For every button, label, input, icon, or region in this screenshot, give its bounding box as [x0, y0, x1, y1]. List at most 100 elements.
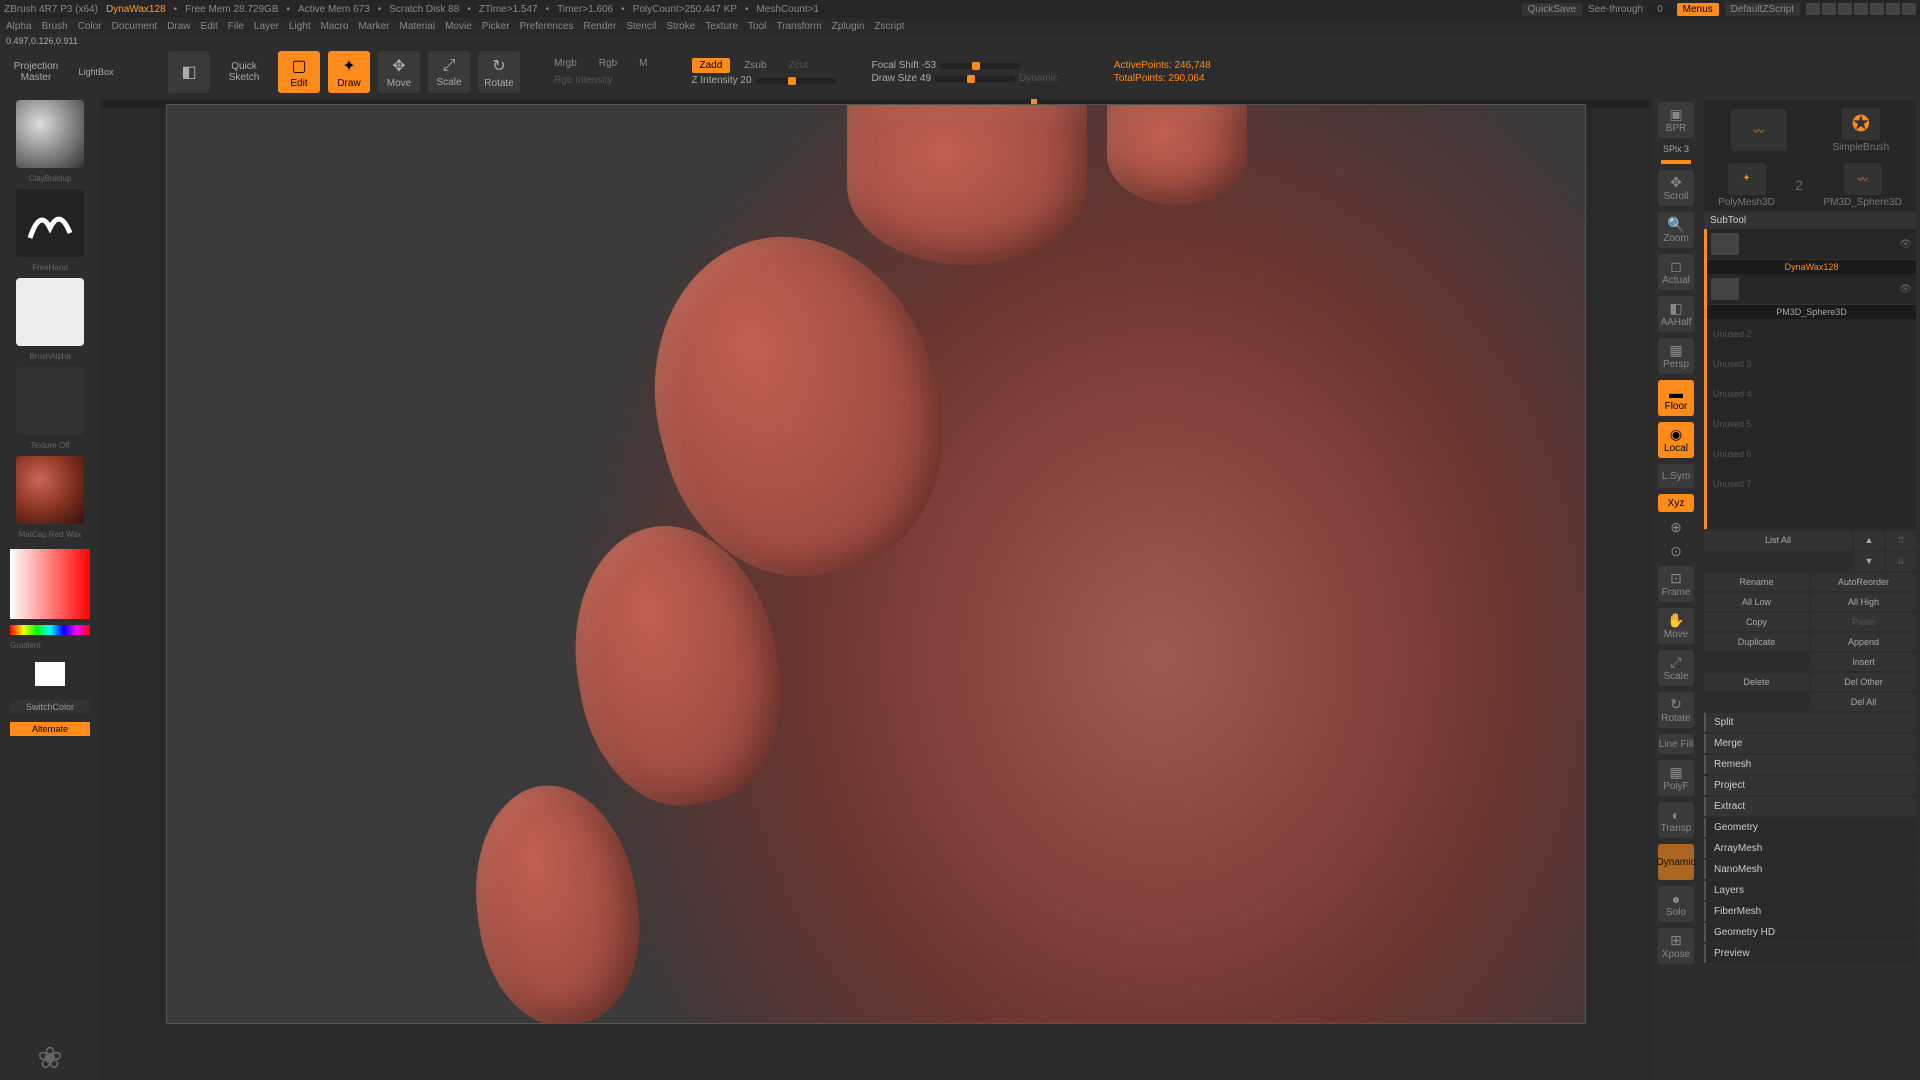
- lsym-button[interactable]: L.Sym: [1658, 464, 1694, 488]
- rename-button[interactable]: Rename: [1704, 573, 1809, 591]
- mrgb-button[interactable]: Mrgb: [546, 56, 585, 71]
- remesh-section[interactable]: Remesh: [1704, 755, 1916, 774]
- local-button[interactable]: ◉Local: [1658, 422, 1694, 458]
- polyf-button[interactable]: ▦PolyF: [1658, 760, 1694, 796]
- move-nav-button[interactable]: ✋Move: [1658, 608, 1694, 644]
- menu-item[interactable]: Stroke: [666, 21, 695, 32]
- menu-item[interactable]: Alpha: [6, 21, 32, 32]
- delete-button[interactable]: Delete: [1704, 673, 1809, 691]
- defaultscript-button[interactable]: DefaultZScript: [1725, 3, 1800, 16]
- xpose-button[interactable]: ⊞Xpose: [1658, 928, 1694, 964]
- geometry-section[interactable]: Geometry: [1704, 818, 1916, 837]
- menu-item[interactable]: Movie: [445, 21, 472, 32]
- scale-button[interactable]: ⤢Scale: [428, 51, 470, 93]
- quicksketch-button[interactable]: ◧: [168, 51, 210, 93]
- fit-button[interactable]: ⊙: [1658, 542, 1694, 560]
- document-canvas[interactable]: [166, 104, 1586, 1024]
- material-thumb[interactable]: [16, 456, 84, 524]
- zcut-button[interactable]: Zcut: [781, 58, 816, 73]
- subtool-header[interactable]: SubTool: [1704, 212, 1916, 229]
- close-icon[interactable]: [1902, 3, 1916, 15]
- layers-section[interactable]: Layers: [1704, 881, 1916, 900]
- rotate-nav-button[interactable]: ↻Rotate: [1658, 692, 1694, 728]
- split-section[interactable]: Split: [1704, 713, 1916, 732]
- listall-button[interactable]: List All: [1704, 531, 1852, 550]
- move-up-icon[interactable]: ⇈: [1886, 531, 1916, 550]
- maximize-icon[interactable]: [1886, 3, 1900, 15]
- menu-item[interactable]: Color: [78, 21, 102, 32]
- hue-bar[interactable]: [10, 625, 90, 635]
- minimize-icon[interactable]: [1870, 3, 1884, 15]
- sculpt-mesh[interactable]: [167, 105, 1585, 1023]
- project-section[interactable]: Project: [1704, 776, 1916, 795]
- zadd-button[interactable]: Zadd: [692, 58, 731, 73]
- alllow-button[interactable]: All Low: [1704, 593, 1809, 611]
- draw-size-slider[interactable]: Draw Size 49: [872, 73, 931, 84]
- brush-thumb[interactable]: [16, 100, 84, 168]
- menus-button[interactable]: Menus: [1677, 3, 1719, 16]
- spix-label[interactable]: SPix 3: [1663, 144, 1689, 154]
- merge-section[interactable]: Merge: [1704, 734, 1916, 753]
- linefill-button[interactable]: Line Fill: [1658, 734, 1694, 754]
- edit-button[interactable]: ▢Edit: [278, 51, 320, 93]
- gradient-label[interactable]: Gradient: [10, 641, 90, 650]
- quicksave-button[interactable]: QuickSave: [1522, 3, 1582, 16]
- menu-item[interactable]: Zplugin: [832, 21, 865, 32]
- seethrough-value[interactable]: 0: [1649, 4, 1671, 15]
- persp-button[interactable]: ▦Persp: [1658, 338, 1694, 374]
- menu-item[interactable]: Transform: [776, 21, 821, 32]
- scale-nav-button[interactable]: ⤢Scale: [1658, 650, 1694, 686]
- scroll-button[interactable]: ✥Scroll: [1658, 170, 1694, 206]
- menu-item[interactable]: Render: [584, 21, 617, 32]
- arrow-down-icon[interactable]: ▼: [1854, 552, 1884, 571]
- menu-item[interactable]: Zscript: [874, 21, 904, 32]
- menu-item[interactable]: File: [228, 21, 244, 32]
- alpha-thumb[interactable]: [16, 278, 84, 346]
- duplicate-button[interactable]: Duplicate: [1704, 633, 1809, 651]
- extract-section[interactable]: Extract: [1704, 797, 1916, 816]
- tool-polymesh3d[interactable]: ✦PolyMesh3D: [1718, 163, 1775, 208]
- rotate-button[interactable]: ↻Rotate: [478, 51, 520, 93]
- menu-item[interactable]: Tool: [748, 21, 766, 32]
- preview-section[interactable]: Preview: [1704, 944, 1916, 963]
- fibermesh-section[interactable]: FiberMesh: [1704, 902, 1916, 921]
- arrow-up-icon[interactable]: ▲: [1854, 531, 1884, 550]
- paste-button[interactable]: Paste: [1811, 613, 1916, 631]
- dynamic-button[interactable]: Dynamic: [1658, 844, 1694, 880]
- bpr-button[interactable]: ▣BPR: [1658, 102, 1694, 138]
- subtool-item[interactable]: 👁: [1707, 229, 1916, 260]
- menu-item[interactable]: Document: [112, 21, 158, 32]
- projection-master-button[interactable]: ProjectionMaster: [10, 61, 62, 83]
- arraymesh-section[interactable]: ArrayMesh: [1704, 839, 1916, 858]
- lightbox-button[interactable]: LightBox: [70, 67, 122, 77]
- nanomesh-section[interactable]: NanoMesh: [1704, 860, 1916, 879]
- switchcolor-button[interactable]: SwitchColor: [10, 700, 90, 714]
- move-button[interactable]: ✥Move: [378, 51, 420, 93]
- menu-item[interactable]: Stencil: [626, 21, 656, 32]
- tool-preview-current[interactable]: 〰: [1731, 109, 1787, 151]
- zsub-button[interactable]: Zsub: [736, 58, 774, 73]
- append-button[interactable]: Append: [1811, 633, 1916, 651]
- menu-item[interactable]: Preferences: [520, 21, 574, 32]
- insert-button[interactable]: Insert: [1811, 653, 1916, 671]
- actual-button[interactable]: ◻Actual: [1658, 254, 1694, 290]
- transp-button[interactable]: ◐Transp: [1658, 802, 1694, 838]
- menu-item[interactable]: Texture: [705, 21, 738, 32]
- center-button[interactable]: ⊕: [1658, 518, 1694, 536]
- texture-thumb[interactable]: [16, 367, 84, 435]
- subtool-item[interactable]: 👁: [1707, 274, 1916, 305]
- menu-item[interactable]: Layer: [254, 21, 279, 32]
- focal-shift-slider[interactable]: Focal Shift -53: [872, 60, 936, 71]
- menu-item[interactable]: Brush: [42, 21, 68, 32]
- secondary-color-swatch[interactable]: [35, 662, 65, 686]
- seethrough-label[interactable]: See-through: [1588, 4, 1643, 15]
- aahalf-button[interactable]: ◧AAHalf: [1658, 296, 1694, 332]
- tool-pm3d-sphere[interactable]: 〰PM3D_Sphere3D: [1823, 163, 1901, 208]
- move-down-icon[interactable]: ⇊: [1886, 552, 1916, 571]
- menu-item[interactable]: Edit: [201, 21, 218, 32]
- delother-button[interactable]: Del Other: [1811, 673, 1916, 691]
- floor-button[interactable]: ▬Floor: [1658, 380, 1694, 416]
- geometryhd-section[interactable]: Geometry HD: [1704, 923, 1916, 942]
- stroke-thumb[interactable]: [16, 189, 84, 257]
- window-btn[interactable]: [1838, 3, 1852, 15]
